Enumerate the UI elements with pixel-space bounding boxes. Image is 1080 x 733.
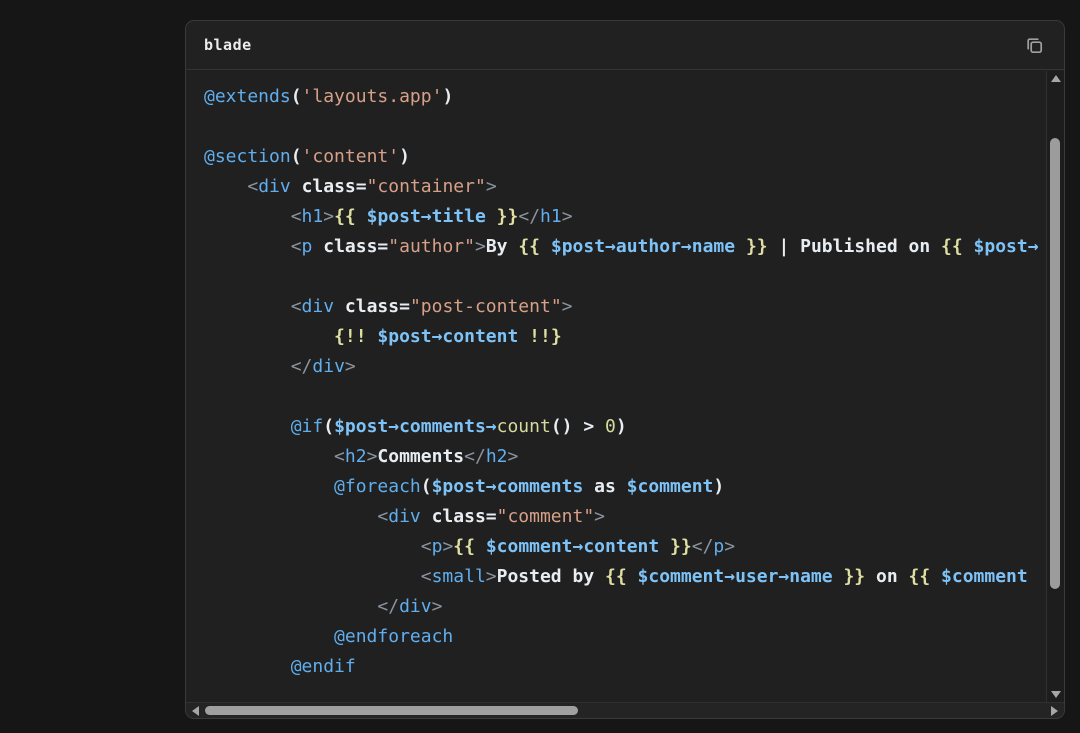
page-background: { "card": { "language_label": "blade", "…	[0, 0, 1080, 733]
code-line: <p>{{ $comment→content }}</p>	[204, 532, 1046, 562]
code-line	[204, 382, 1046, 412]
code-card: blade @extends('layouts.app') @section('c…	[185, 20, 1065, 719]
code-line: </div>	[204, 592, 1046, 622]
code-line: <div class="comment">	[204, 502, 1046, 532]
vertical-scrollbar-thumb[interactable]	[1050, 138, 1060, 589]
code-viewport[interactable]: @extends('layouts.app') @section('content…	[186, 71, 1046, 704]
code-line: <h1>{{ $post→title }}</h1>	[204, 202, 1046, 232]
code-line: @foreach($post→comments as $comment)	[204, 472, 1046, 502]
scroll-left-arrow-icon[interactable]	[192, 706, 199, 716]
code-line: @endif	[204, 652, 1046, 682]
language-label: blade	[204, 36, 252, 54]
horizontal-scrollbar[interactable]	[186, 702, 1064, 718]
code-line: <div class="post-content">	[204, 292, 1046, 322]
code-line: <div class="container">	[204, 172, 1046, 202]
code-line: @section('content')	[204, 142, 1046, 172]
vertical-scrollbar[interactable]	[1046, 71, 1064, 704]
copy-button[interactable]	[1023, 34, 1046, 57]
scroll-up-arrow-icon[interactable]	[1051, 75, 1061, 82]
code-line: @extends('layouts.app')	[204, 82, 1046, 112]
code-line: <h2>Comments</h2>	[204, 442, 1046, 472]
code-line: <small>Posted by {{ $comment→user→name }…	[204, 562, 1046, 592]
code-line: @endforeach	[204, 622, 1046, 652]
code-line	[204, 112, 1046, 142]
code-card-header: blade	[186, 21, 1064, 70]
code-line: @if($post→comments→count() > 0)	[204, 412, 1046, 442]
scroll-down-arrow-icon[interactable]	[1051, 691, 1061, 698]
code-line: </div>	[204, 352, 1046, 382]
code-line: {!! $post→content !!}	[204, 322, 1046, 352]
copy-icon	[1025, 43, 1044, 58]
code-line	[204, 262, 1046, 292]
code-line: <p class="author">By {{ $post→author→nam…	[204, 232, 1046, 262]
horizontal-scrollbar-thumb[interactable]	[205, 706, 578, 715]
scroll-right-arrow-icon[interactable]	[1051, 706, 1058, 716]
